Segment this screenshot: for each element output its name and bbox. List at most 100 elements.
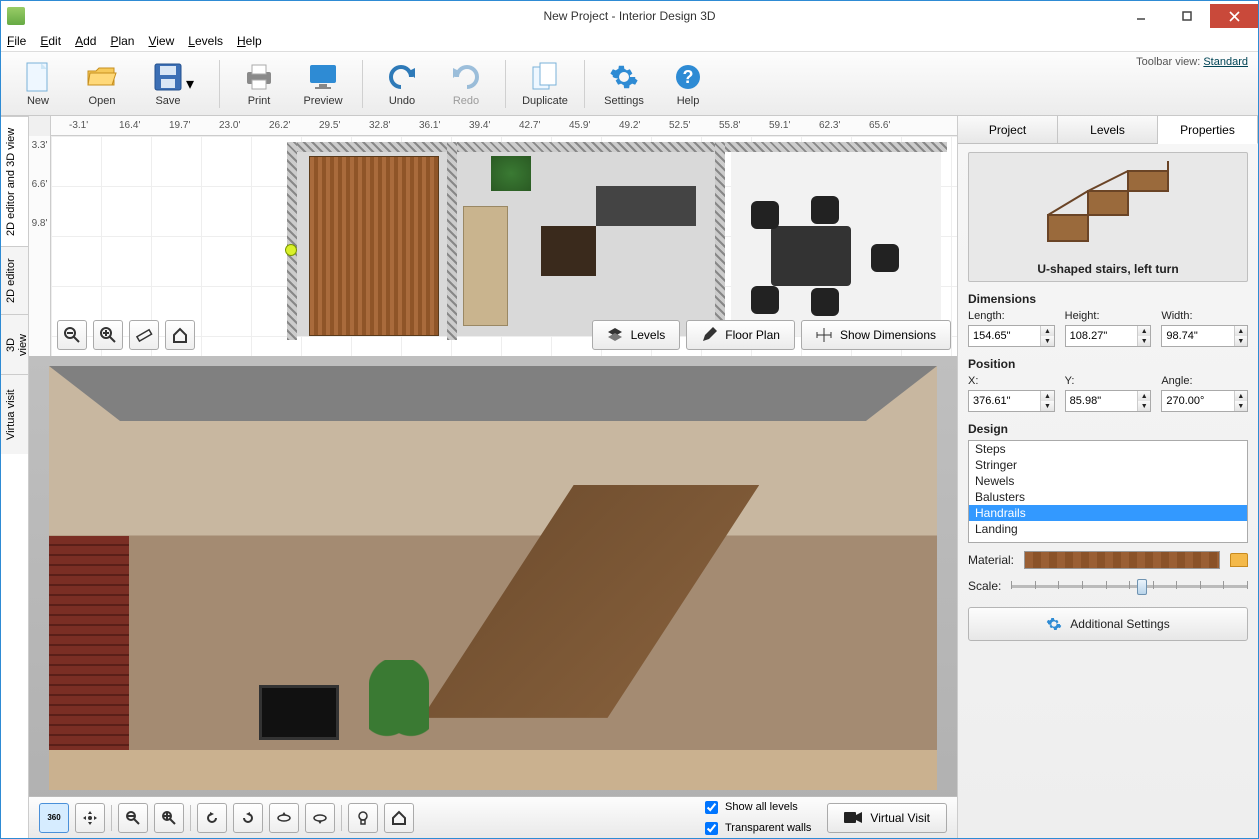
- show-all-levels-checkbox[interactable]: Show all levels: [701, 798, 811, 817]
- material-swatch[interactable]: [1024, 551, 1220, 569]
- toolbar-print[interactable]: Print: [230, 55, 288, 113]
- spinner-up-icon[interactable]: ▲: [1138, 391, 1150, 401]
- spinner-down-icon[interactable]: ▼: [1138, 336, 1150, 346]
- menu-file[interactable]: File: [7, 34, 26, 48]
- toolbar-preview[interactable]: Preview: [294, 55, 352, 113]
- virtual-visit-button[interactable]: Virtual Visit: [827, 803, 947, 833]
- home-3d-button[interactable]: [384, 803, 414, 833]
- spinner-up-icon[interactable]: ▲: [1041, 326, 1053, 336]
- home-button[interactable]: [165, 320, 195, 350]
- rotate-left-button[interactable]: [197, 803, 227, 833]
- show-dimensions-button[interactable]: Show Dimensions: [801, 320, 951, 350]
- menu-help[interactable]: Help: [237, 34, 262, 48]
- toolbar-save[interactable]: Save ▾: [137, 55, 209, 113]
- spinner-down-icon[interactable]: ▼: [1041, 336, 1053, 346]
- browse-material-button[interactable]: [1230, 553, 1248, 567]
- selection-handle[interactable]: [285, 244, 297, 256]
- slider-thumb[interactable]: [1137, 579, 1147, 595]
- length-input[interactable]: ▲▼: [968, 325, 1055, 347]
- toolbar-duplicate[interactable]: Duplicate: [516, 55, 574, 113]
- spinner-up-icon[interactable]: ▲: [1138, 326, 1150, 336]
- zoom-in-3d-button[interactable]: [154, 803, 184, 833]
- zoom-out-button[interactable]: [57, 320, 87, 350]
- design-list-item[interactable]: Newels: [969, 473, 1247, 489]
- transparent-walls-input[interactable]: [705, 822, 718, 835]
- x-field[interactable]: [969, 391, 1040, 411]
- tilt-up-button[interactable]: [269, 803, 299, 833]
- toolbar-open[interactable]: Open: [73, 55, 131, 113]
- transparent-walls-checkbox[interactable]: Transparent walls: [701, 819, 811, 838]
- spinner-down-icon[interactable]: ▼: [1235, 336, 1247, 346]
- design-listbox[interactable]: StepsStringerNewelsBalustersHandrailsLan…: [968, 440, 1248, 543]
- tab-2d-editor[interactable]: 2D editor: [1, 246, 28, 314]
- toolbar-help[interactable]: ? Help: [659, 55, 717, 113]
- right-panel: Project Levels Properties: [958, 116, 1258, 838]
- plan-2d-canvas[interactable]: Levels Floor Plan Show Dimensions: [51, 136, 957, 356]
- width-field[interactable]: [1162, 326, 1233, 346]
- close-button[interactable]: [1210, 4, 1258, 28]
- maximize-button[interactable]: [1164, 4, 1210, 28]
- save-dropdown-arrow-icon[interactable]: ▾: [186, 74, 194, 94]
- minimize-button[interactable]: [1118, 4, 1164, 28]
- angle-field[interactable]: [1162, 391, 1233, 411]
- tab-properties[interactable]: Properties: [1158, 116, 1258, 144]
- menu-edit[interactable]: Edit: [40, 34, 61, 48]
- show-all-levels-input[interactable]: [705, 801, 718, 814]
- pencil-icon: [701, 327, 717, 343]
- angle-input[interactable]: ▲▼: [1161, 390, 1248, 412]
- menu-view[interactable]: View: [148, 34, 174, 48]
- width-input[interactable]: ▲▼: [1161, 325, 1248, 347]
- spinner-down-icon[interactable]: ▼: [1235, 401, 1247, 411]
- spinner-up-icon[interactable]: ▲: [1235, 391, 1247, 401]
- y-input[interactable]: ▲▼: [1065, 390, 1152, 412]
- y-field[interactable]: [1066, 391, 1137, 411]
- height-input[interactable]: ▲▼: [1065, 325, 1152, 347]
- ruler-tick: 39.4': [469, 120, 519, 131]
- tab-levels[interactable]: Levels: [1058, 116, 1158, 143]
- orbit-360-button[interactable]: 360: [39, 803, 69, 833]
- height-field[interactable]: [1066, 326, 1137, 346]
- rotate-right-button[interactable]: [233, 803, 263, 833]
- view-3d-canvas[interactable]: 360 Show all levels Transparent: [29, 356, 957, 838]
- spinner-down-icon[interactable]: ▼: [1138, 401, 1150, 411]
- material-label: Material:: [968, 553, 1014, 567]
- tab-3d-view[interactable]: 3D view: [1, 314, 28, 374]
- lighting-button[interactable]: [348, 803, 378, 833]
- menu-add[interactable]: Add: [75, 34, 96, 48]
- additional-settings-button[interactable]: Additional Settings: [968, 607, 1248, 641]
- tilt-down-button[interactable]: [305, 803, 335, 833]
- toolbar-redo[interactable]: Redo: [437, 55, 495, 113]
- scale-slider[interactable]: [1011, 577, 1248, 595]
- toolbar-view-link[interactable]: Standard: [1203, 56, 1248, 68]
- view-tabs: 2D editor and 3D view 2D editor 3D view …: [1, 116, 29, 838]
- levels-button[interactable]: Levels: [592, 320, 681, 350]
- toolbar-undo[interactable]: Undo: [373, 55, 431, 113]
- menu-levels[interactable]: Levels: [188, 34, 223, 48]
- design-list-item[interactable]: Balusters: [969, 489, 1247, 505]
- tab-virtual-visit[interactable]: Virtua visit: [1, 374, 28, 454]
- ruler-tick: 62.3': [819, 120, 869, 131]
- spinner-down-icon[interactable]: ▼: [1041, 401, 1053, 411]
- toolbar-settings[interactable]: Settings: [595, 55, 653, 113]
- zoom-out-3d-button[interactable]: [118, 803, 148, 833]
- floor-plan-button-label: Floor Plan: [725, 328, 780, 342]
- zoom-in-button[interactable]: [93, 320, 123, 350]
- spinner-up-icon[interactable]: ▲: [1041, 391, 1053, 401]
- length-field[interactable]: [969, 326, 1040, 346]
- undo-icon: [386, 61, 418, 93]
- pan-button[interactable]: [75, 803, 105, 833]
- tab-2d-and-3d[interactable]: 2D editor and 3D view: [1, 116, 28, 246]
- toolbar-new[interactable]: New: [9, 55, 67, 113]
- floor-plan-button[interactable]: Floor Plan: [686, 320, 795, 350]
- design-list-item[interactable]: Landing: [969, 521, 1247, 537]
- layers-icon: [607, 327, 623, 343]
- spinner-up-icon[interactable]: ▲: [1235, 326, 1247, 336]
- tab-project[interactable]: Project: [958, 116, 1058, 143]
- measure-button[interactable]: [129, 320, 159, 350]
- x-input[interactable]: ▲▼: [968, 390, 1055, 412]
- menu-plan[interactable]: Plan: [110, 34, 134, 48]
- design-list-item[interactable]: Stringer: [969, 457, 1247, 473]
- design-list-item[interactable]: Handrails: [969, 505, 1247, 521]
- scene-3d: [49, 366, 937, 790]
- design-list-item[interactable]: Steps: [969, 441, 1247, 457]
